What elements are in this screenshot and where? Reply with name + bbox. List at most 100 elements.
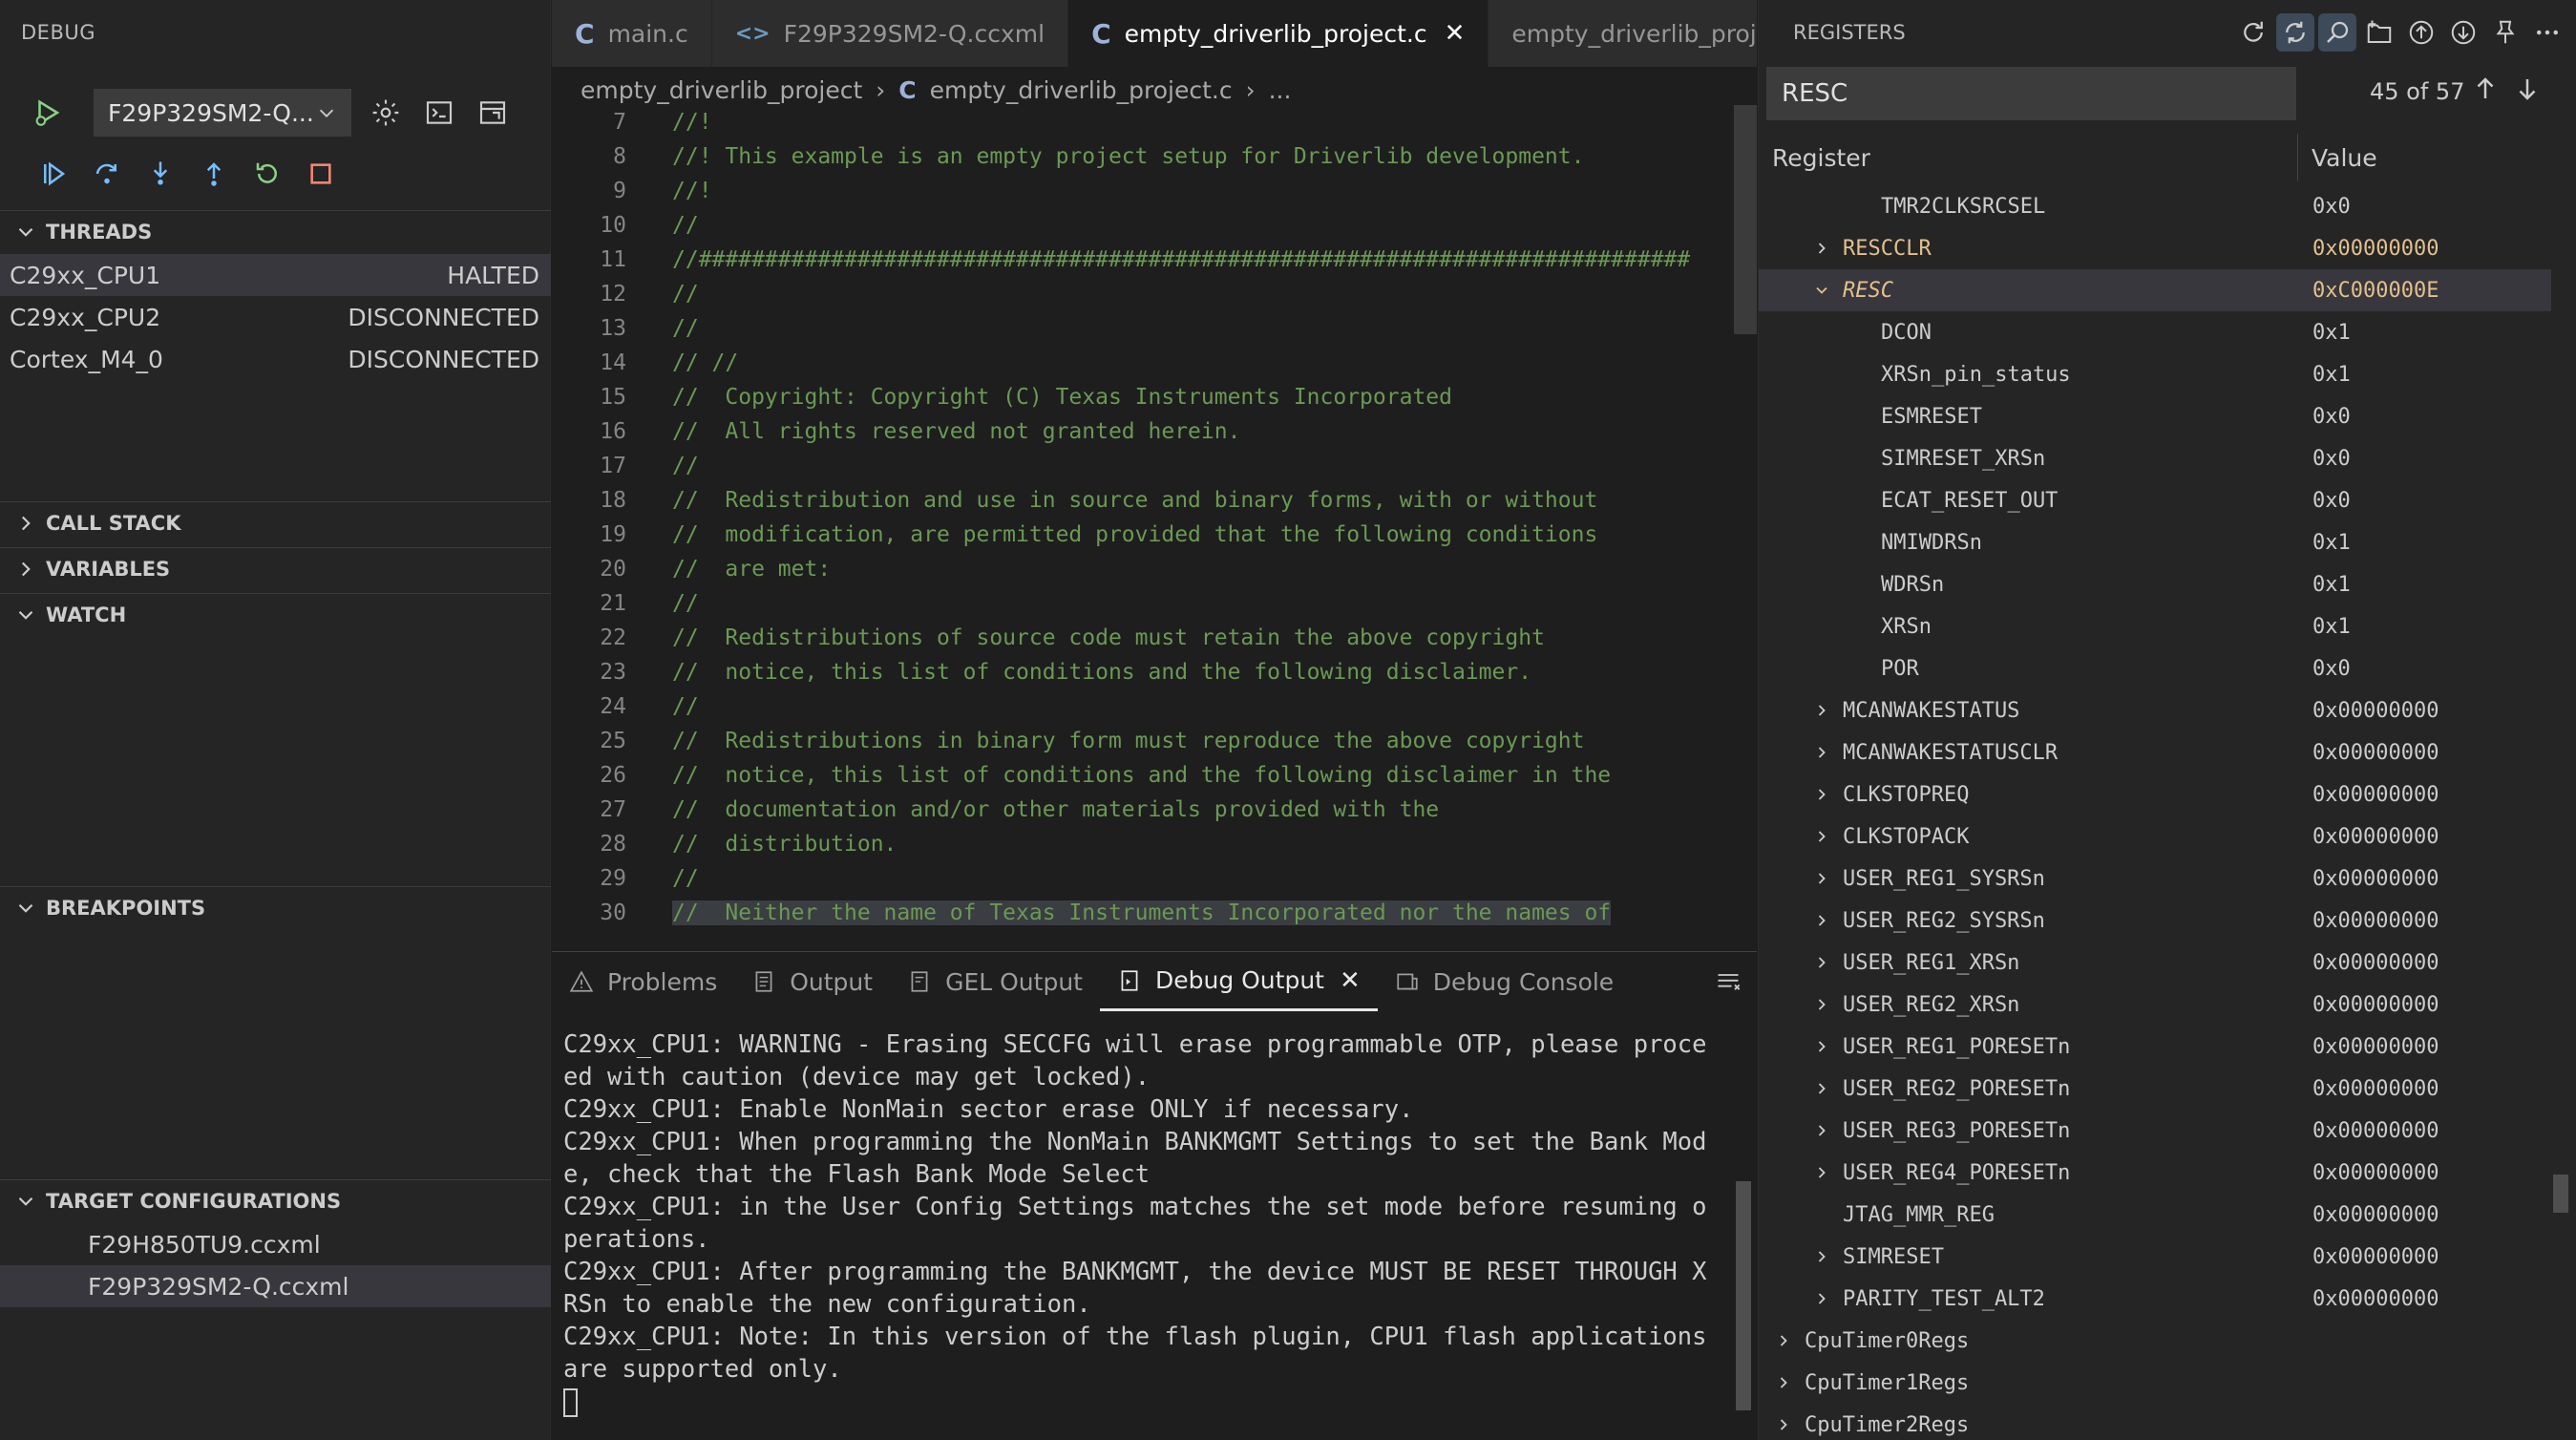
code-line[interactable]: 18 // Redistribution and use in source an… [552, 483, 1755, 518]
code-line[interactable]: 28 // distribution. [552, 827, 1755, 861]
tab-main-c[interactable]: C main.c [552, 0, 712, 67]
gear-icon[interactable] [367, 94, 405, 132]
step-over-icon[interactable] [88, 155, 126, 193]
chevron-right-icon[interactable] [1810, 869, 1833, 888]
register-value[interactable]: 0x0 [2312, 657, 2351, 681]
code-line[interactable]: 23 // notice, this list of conditions and… [552, 655, 1755, 689]
code-line[interactable]: 24 // [552, 689, 1755, 724]
register-row[interactable]: SIMRESET_XRSn 0x0 [1759, 437, 2551, 479]
register-value[interactable]: 0x00000000 [2312, 993, 2439, 1017]
close-icon[interactable]: ✕ [1340, 966, 1361, 995]
thread-row[interactable]: C29xx_CPU2 DISCONNECTED [0, 296, 551, 338]
register-row[interactable]: NMIWDRSn 0x1 [1759, 521, 2551, 563]
code-line[interactable]: 10 // [552, 208, 1755, 243]
register-value[interactable]: 0x00000000 [2312, 1035, 2439, 1059]
chevron-down-icon[interactable] [1810, 281, 1833, 300]
register-search-input[interactable]: RESC [1766, 67, 2296, 120]
terminal-icon[interactable] [420, 94, 458, 132]
step-out-icon[interactable] [195, 155, 233, 193]
register-row[interactable]: MCANWAKESTATUSCLR 0x00000000 [1759, 731, 2551, 773]
register-row[interactable]: CpuTimer1Regs [1759, 1362, 2551, 1404]
register-value[interactable]: 0x00000000 [2312, 237, 2439, 261]
register-value[interactable]: 0x00000000 [2312, 1119, 2439, 1143]
launch-config-select[interactable]: F29P329SM2-Q... [94, 89, 351, 137]
register-row[interactable]: USER_REG1_XRSn 0x00000000 [1759, 942, 2551, 984]
code-line[interactable]: 22 // Redistributions of source code must… [552, 621, 1755, 655]
chevron-right-icon[interactable] [1772, 1373, 1795, 1392]
register-row[interactable]: ECAT_RESET_OUT 0x0 [1759, 479, 2551, 521]
chevron-right-icon[interactable] [1810, 827, 1833, 846]
download-icon[interactable] [2444, 13, 2482, 52]
register-value[interactable]: 0x00000000 [2312, 1161, 2439, 1185]
chevron-right-icon[interactable] [1810, 743, 1833, 762]
register-value[interactable]: 0x00000000 [2312, 1203, 2439, 1227]
register-value[interactable]: 0x0 [2312, 447, 2351, 471]
arrow-up-icon[interactable] [2471, 74, 2500, 103]
start-debug-icon[interactable] [29, 94, 67, 132]
code-line[interactable]: 9 //! [552, 174, 1755, 208]
register-row[interactable]: USER_REG2_PORESETn 0x00000000 [1759, 1068, 2551, 1110]
target-configurations-section-header[interactable]: TARGET CONFIGURATIONS [0, 1179, 551, 1221]
code-view[interactable]: 7 //! 8 //! This example is an empty projec… [552, 105, 1757, 950]
tab-debug-console[interactable]: Debug Console [1378, 952, 1631, 1011]
code-line[interactable]: 27 // documentation and/or other material… [552, 793, 1755, 827]
tab-ccxml[interactable]: <> F29P329SM2-Q.ccxml [711, 0, 1069, 67]
register-value[interactable]: 0x1 [2312, 321, 2351, 345]
tab-problems[interactable]: Problems [552, 952, 734, 1011]
restart-icon[interactable] [248, 155, 286, 193]
chevron-right-icon[interactable] [1772, 1415, 1795, 1434]
register-value[interactable]: 0x0 [2312, 195, 2351, 219]
register-row[interactable]: CpuTimer0Regs [1759, 1320, 2551, 1362]
chevron-right-icon[interactable] [1810, 1121, 1833, 1140]
refresh-icon[interactable] [2234, 13, 2272, 52]
register-row[interactable]: USER_REG1_PORESETn 0x00000000 [1759, 1026, 2551, 1068]
watch-section-header[interactable]: WATCH [0, 593, 551, 635]
register-row[interactable]: CpuTimer2Regs [1759, 1404, 2551, 1440]
chevron-right-icon[interactable] [1810, 1079, 1833, 1098]
breakpoints-section-header[interactable]: BREAKPOINTS [0, 886, 551, 928]
register-row[interactable]: USER_REG1_SYSRSn 0x00000000 [1759, 858, 2551, 900]
arrow-down-icon[interactable] [2513, 74, 2542, 103]
open-launch-icon[interactable] [474, 94, 512, 132]
code-line[interactable]: 8 //! This example is an empty project se… [552, 139, 1755, 174]
register-value[interactable]: 0x00000000 [2312, 741, 2439, 765]
call-stack-section-header[interactable]: CALL STACK [0, 501, 551, 543]
register-value[interactable]: 0x0 [2312, 405, 2351, 429]
register-value[interactable]: 0x1 [2312, 615, 2351, 639]
stop-icon[interactable] [302, 155, 340, 193]
code-line[interactable]: 29 // [552, 861, 1755, 896]
code-line[interactable]: 26 // notice, this list of conditions and… [552, 758, 1755, 793]
register-value[interactable]: 0xC000000E [2312, 279, 2439, 303]
new-folder-icon[interactable] [2360, 13, 2398, 52]
code-line[interactable]: 30 // Neither the name of Texas Instrumen… [552, 896, 1755, 930]
thread-row[interactable]: C29xx_CPU1 HALTED [0, 254, 551, 296]
target-config-item[interactable]: F29H850TU9.ccxml [0, 1223, 551, 1265]
register-value[interactable]: 0x1 [2312, 531, 2351, 555]
register-row[interactable]: JTAG_MMR_REG 0x00000000 [1759, 1194, 2551, 1236]
code-line[interactable]: 12 // [552, 277, 1755, 311]
code-line[interactable]: 13 // [552, 311, 1755, 346]
register-value[interactable]: 0x00000000 [2312, 909, 2439, 933]
chevron-right-icon[interactable] [1810, 1163, 1833, 1182]
register-value[interactable]: 0x00000000 [2312, 1077, 2439, 1101]
pin-icon[interactable] [2486, 13, 2524, 52]
thread-row[interactable]: Cortex_M4_0 DISCONNECTED [0, 338, 551, 380]
chevron-right-icon[interactable] [1810, 1289, 1833, 1308]
register-row[interactable]: RESCCLR 0x00000000 [1759, 227, 2551, 269]
register-row[interactable]: USER_REG3_PORESETn 0x00000000 [1759, 1110, 2551, 1152]
chevron-right-icon[interactable] [1810, 1037, 1833, 1056]
register-value[interactable]: 0x00000000 [2312, 1245, 2439, 1269]
code-line[interactable]: 17 // [552, 449, 1755, 483]
register-value[interactable]: 0x00000000 [2312, 825, 2439, 849]
register-column-header[interactable]: Register [1759, 134, 2298, 181]
register-row[interactable]: TMR2CLKSRCSEL 0x0 [1759, 185, 2551, 227]
code-line[interactable]: 14 // // [552, 346, 1755, 380]
variables-section-header[interactable]: VARIABLES [0, 547, 551, 589]
target-config-item[interactable]: F29P329SM2-Q.ccxml [0, 1265, 551, 1307]
register-row[interactable]: SIMRESET 0x00000000 [1759, 1236, 2551, 1278]
register-value[interactable]: 0x0 [2312, 489, 2351, 513]
step-into-icon[interactable] [141, 155, 179, 193]
breadcrumb-folder[interactable]: empty_driverlib_project [581, 76, 862, 104]
more-actions-icon[interactable] [2528, 13, 2566, 52]
code-line[interactable]: 21 // [552, 586, 1755, 621]
